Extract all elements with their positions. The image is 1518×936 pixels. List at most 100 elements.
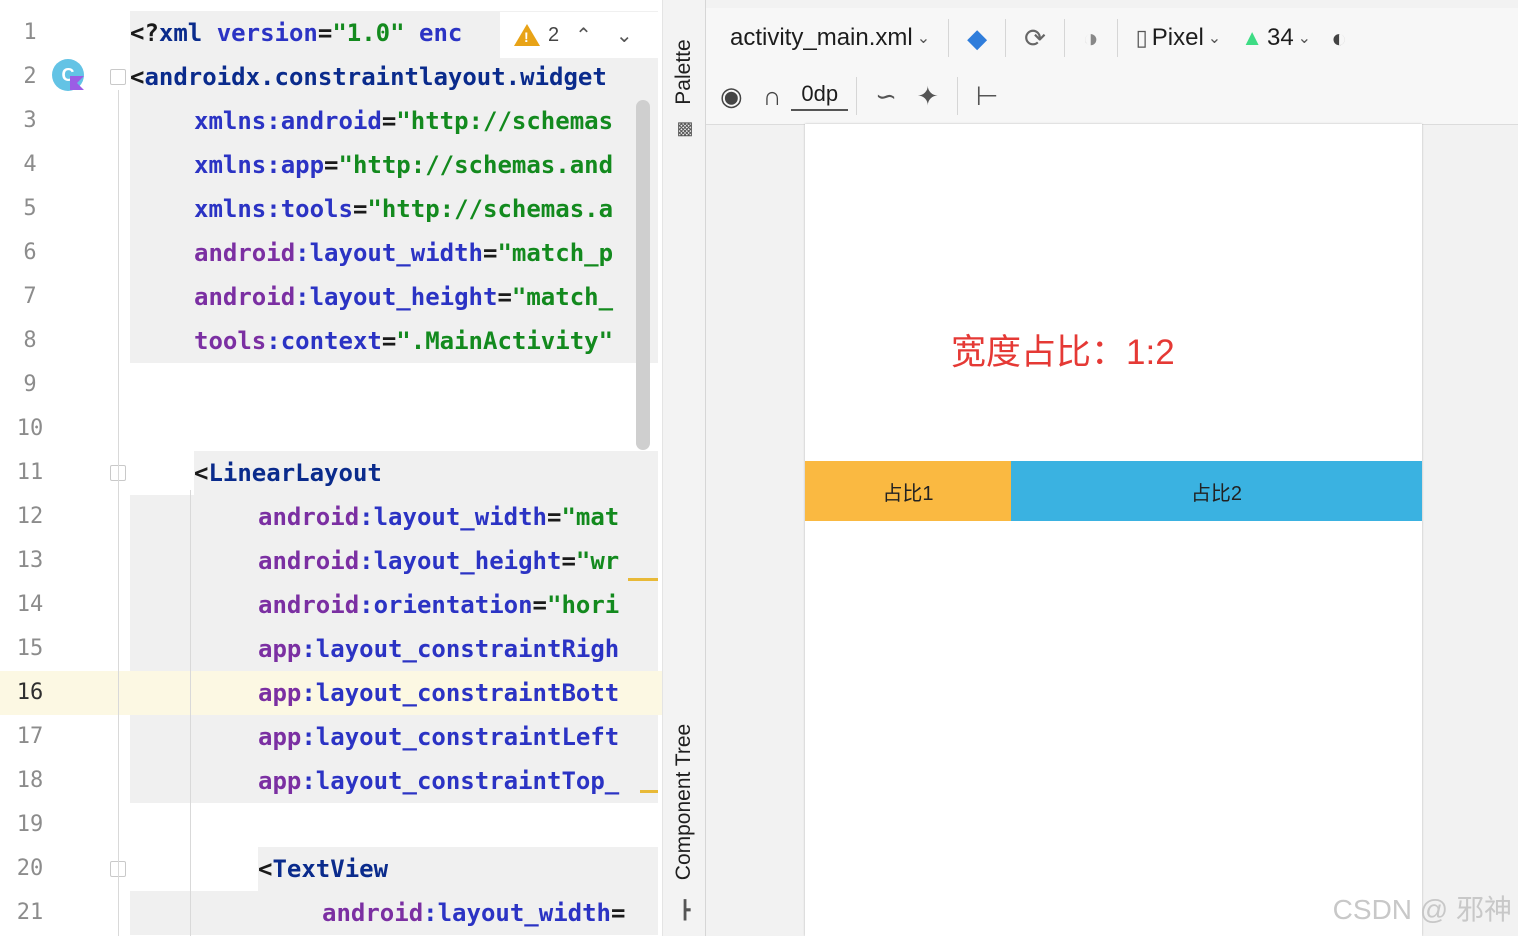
toolbar-divider <box>856 77 858 115</box>
code-line[interactable]: android:layout_height="wr <box>258 539 658 583</box>
warning-icon: ! <box>514 24 540 46</box>
code-line[interactable]: android:layout_width= <box>322 891 658 935</box>
code-line[interactable]: xmlns:android="http://schemas <box>194 99 658 143</box>
device-name: Pixel <box>1151 24 1204 51</box>
line-number[interactable]: 20 <box>0 847 60 891</box>
fold-marker-icon[interactable] <box>110 69 126 85</box>
code-token: = <box>611 899 626 927</box>
guidelines-icon: ⊢ <box>975 81 999 111</box>
line-number[interactable]: 14 <box>0 583 60 627</box>
code-token: LinearLayout <box>208 459 382 487</box>
code-line[interactable]: android:layout_height="match_ <box>194 275 658 319</box>
view-options-button[interactable]: ◉ <box>706 81 753 111</box>
guidelines-button[interactable]: ⊢ <box>966 81 1009 111</box>
editor-scrollbar[interactable] <box>636 100 650 450</box>
code-token: tools <box>194 327 267 355</box>
line-number[interactable]: 11 <box>0 451 60 495</box>
code-token: app <box>258 723 302 751</box>
line-number[interactable]: 19 <box>0 803 60 847</box>
kotlin-badge-icon <box>70 76 84 90</box>
code-line[interactable]: app:layout_constraintBott <box>258 671 658 715</box>
code-token: ".MainActivity" <box>396 327 614 355</box>
code-token: "match_p <box>497 239 614 267</box>
linear-layout-preview[interactable]: 占比1 占比2 <box>805 461 1422 521</box>
device-preview-canvas[interactable]: 宽度占比：1:2 占比1 占比2 <box>805 124 1422 936</box>
line-number[interactable]: 9 <box>0 363 60 407</box>
code-line[interactable]: xmlns:app="http://schemas.and <box>194 143 658 187</box>
code-token: enc <box>419 19 463 47</box>
line-number[interactable]: 1 <box>0 11 60 55</box>
code-line[interactable]: android:layout_width="match_p <box>194 231 658 275</box>
rotate-device-icon: ⟳ <box>1024 23 1046 53</box>
code-token: android <box>322 899 424 927</box>
layers-icon: ◆ <box>967 23 988 53</box>
ratio-segment-2[interactable]: 占比2 <box>1011 461 1422 521</box>
line-number[interactable]: 21 <box>0 891 60 935</box>
chevron-down-icon: ⌄ <box>1297 30 1312 47</box>
line-number[interactable]: 10 <box>0 407 60 451</box>
orientation-button[interactable]: ⟳ <box>1014 23 1056 53</box>
file-name: activity_main.xml <box>730 24 913 51</box>
code-line[interactable]: <TextView <box>258 847 658 891</box>
warning-underline <box>640 790 658 793</box>
code-line[interactable]: <androidx.constraintlayout.widget <box>130 55 658 99</box>
code-line[interactable]: android:layout_width="mat <box>258 495 658 539</box>
segment-2-label: 占比2 <box>1190 482 1243 505</box>
line-number[interactable]: 15 <box>0 627 60 671</box>
line-number[interactable]: 2 <box>0 55 60 99</box>
toolbar-divider <box>1005 19 1007 57</box>
line-number[interactable]: 17 <box>0 715 60 759</box>
file-selector[interactable]: activity_main.xml ⌄ <box>706 24 940 52</box>
line-number[interactable]: 8 <box>0 319 60 363</box>
magic-wand-icon: ✦ <box>916 81 939 111</box>
line-number[interactable]: 16 <box>0 671 60 715</box>
code-token: = <box>547 503 562 531</box>
code-editor[interactable]: 1 2 3 4 5 6 7 8 9 10 11 12 13 14 15 16 17 18 19 20 21 <?xml … <box>0 0 662 936</box>
theme-selector[interactable]: ◐ <box>1321 23 1357 53</box>
line-number[interactable]: 6 <box>0 231 60 275</box>
code-token: :layout_width <box>359 503 547 531</box>
night-mode-button[interactable]: ◑ <box>1073 23 1109 53</box>
palette-tab[interactable]: Palette <box>672 39 696 104</box>
code-line[interactable]: tools:context=".MainActivity" <box>194 319 658 363</box>
clear-constraints-button[interactable]: ∽ <box>865 81 907 111</box>
watermark: CSDN @ 邪神 <box>1332 894 1512 925</box>
line-number[interactable]: 4 <box>0 143 60 187</box>
design-surface-button[interactable]: ◆ <box>957 23 997 53</box>
default-margin-button[interactable]: 0dp <box>791 81 849 111</box>
code-line[interactable]: app:layout_constraintTop_ <box>258 759 658 803</box>
code-line[interactable]: xmlns:tools="http://schemas.a <box>194 187 658 231</box>
palette-icon[interactable]: ▩ <box>675 118 695 138</box>
code-token: xml <box>158 19 203 47</box>
code-line[interactable]: <LinearLayout <box>194 451 658 495</box>
line-number[interactable]: 3 <box>0 99 60 143</box>
code-token: = <box>324 151 339 179</box>
code-token: = <box>561 547 576 575</box>
chevron-up-icon[interactable]: ⌃ <box>567 23 600 48</box>
toolbar-divider <box>1116 19 1118 57</box>
component-tree-icon[interactable]: ┣ <box>675 900 695 920</box>
autoconnect-button[interactable]: ∩ <box>753 81 792 111</box>
toolbar-divider <box>1063 19 1065 57</box>
chevron-down-icon[interactable]: ⌄ <box>608 23 641 48</box>
line-number[interactable]: 7 <box>0 275 60 319</box>
api-level: 34 <box>1266 24 1294 51</box>
ratio-title-text[interactable]: 宽度占比：1:2 <box>951 324 1175 375</box>
code-line[interactable]: app:layout_constraintLeft <box>258 715 658 759</box>
device-selector[interactable]: ▯ Pixel ⌄ <box>1126 23 1232 53</box>
line-number[interactable]: 18 <box>0 759 60 803</box>
code-token: "match_ <box>511 283 614 311</box>
line-number[interactable]: 12 <box>0 495 60 539</box>
line-number[interactable]: 5 <box>0 187 60 231</box>
code-line[interactable]: android:orientation="hori <box>258 583 658 627</box>
ratio-segment-1[interactable]: 占比1 <box>805 461 1011 521</box>
tool-window-strip: Palette ▩ Component Tree ┣ <box>662 0 706 936</box>
code-token: :layout_height <box>359 547 562 575</box>
infer-constraints-button[interactable]: ✦ <box>907 81 949 111</box>
line-number[interactable]: 13 <box>0 539 60 583</box>
inspection-widget[interactable]: ! 2 ⌃ ⌄ <box>500 12 658 58</box>
code-token: = <box>532 591 547 619</box>
code-line[interactable]: app:layout_constraintRigh <box>258 627 658 671</box>
api-level-selector[interactable]: ▲ 34 ⌄ <box>1231 23 1321 53</box>
component-tree-tab[interactable]: Component Tree <box>672 724 696 880</box>
